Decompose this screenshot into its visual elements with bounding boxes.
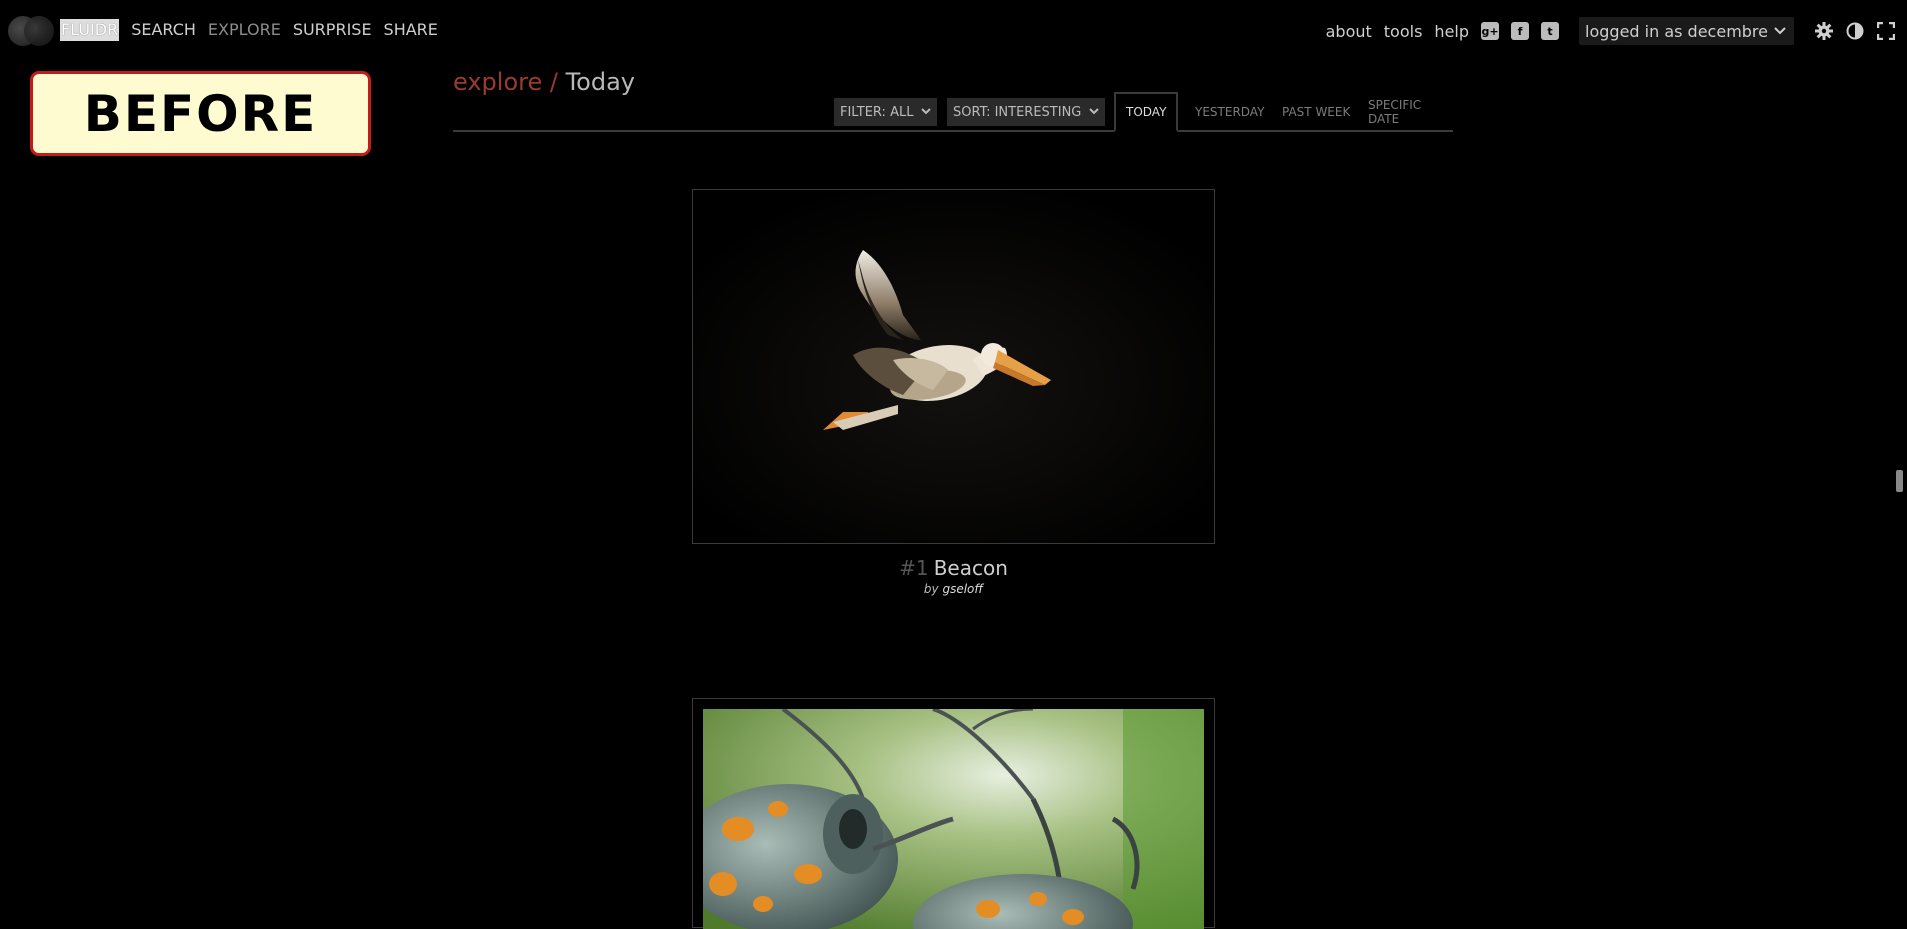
photo-card[interactable] xyxy=(692,698,1215,929)
chevron-down-icon xyxy=(1774,24,1786,38)
photo-caption: #1 Beacon by gseloff xyxy=(692,556,1215,596)
photo-author: by gseloff xyxy=(692,582,1215,596)
before-label: BEFORE xyxy=(30,71,371,156)
fullscreen-icon[interactable] xyxy=(1876,21,1896,41)
photo-card[interactable] xyxy=(692,189,1215,544)
filter-dropdown[interactable]: FILTER: ALL xyxy=(834,98,938,126)
tab-past-week[interactable]: PAST WEEK xyxy=(1282,92,1350,132)
author-prefix: by xyxy=(923,582,939,596)
google-plus-icon[interactable]: g+ xyxy=(1481,22,1500,40)
help-link[interactable]: help xyxy=(1434,22,1469,41)
user-select-label: logged in as decembre xyxy=(1585,21,1768,41)
main-nav: FLUIDR SEARCH EXPLORE SURPRISE SHARE xyxy=(60,19,438,41)
explore-controls: FILTER: ALL SORT: INTERESTING TODAY YEST… xyxy=(453,92,1453,132)
nav-item-search[interactable]: SEARCH xyxy=(131,19,196,41)
filter-label: FILTER: ALL xyxy=(840,104,914,120)
gear-icon[interactable] xyxy=(1814,21,1834,41)
pelican-photo xyxy=(693,190,1214,543)
fluidr-logo-icon[interactable] xyxy=(8,16,56,46)
sort-dropdown[interactable]: SORT: INTERESTING xyxy=(947,98,1106,126)
top-bar: FLUIDR SEARCH EXPLORE SURPRISE SHARE abo… xyxy=(0,0,1907,62)
chevron-down-icon xyxy=(921,107,932,118)
nav-item-share[interactable]: SHARE xyxy=(384,19,438,41)
contrast-icon[interactable] xyxy=(1845,21,1865,41)
beetle-photo xyxy=(703,709,1204,929)
facebook-icon[interactable]: f xyxy=(1511,22,1530,40)
about-link[interactable]: about xyxy=(1326,22,1372,41)
user-select[interactable]: logged in as decembre xyxy=(1579,17,1794,45)
author-link[interactable]: gseloff xyxy=(942,582,983,596)
photo-title[interactable]: Beacon xyxy=(934,556,1008,580)
twitter-icon[interactable]: t xyxy=(1541,22,1560,40)
top-right-menu: about tools help g+ f t logged in as dec… xyxy=(1326,17,1907,45)
photo-rank: #1 xyxy=(899,556,929,580)
nav-brand[interactable]: FLUIDR xyxy=(60,19,120,41)
tab-yesterday[interactable]: YESTERDAY xyxy=(1195,92,1264,132)
tab-specific-date[interactable]: SPECIFIC DATE xyxy=(1368,92,1453,132)
nav-item-surprise[interactable]: SURPRISE xyxy=(293,19,372,41)
tab-today[interactable]: TODAY xyxy=(1114,92,1179,132)
chevron-down-icon xyxy=(1089,107,1100,118)
scrollbar-handle[interactable] xyxy=(1896,470,1903,492)
tools-link[interactable]: tools xyxy=(1384,22,1423,41)
sort-label: SORT: INTERESTING xyxy=(953,104,1082,120)
nav-item-explore[interactable]: EXPLORE xyxy=(208,19,281,41)
